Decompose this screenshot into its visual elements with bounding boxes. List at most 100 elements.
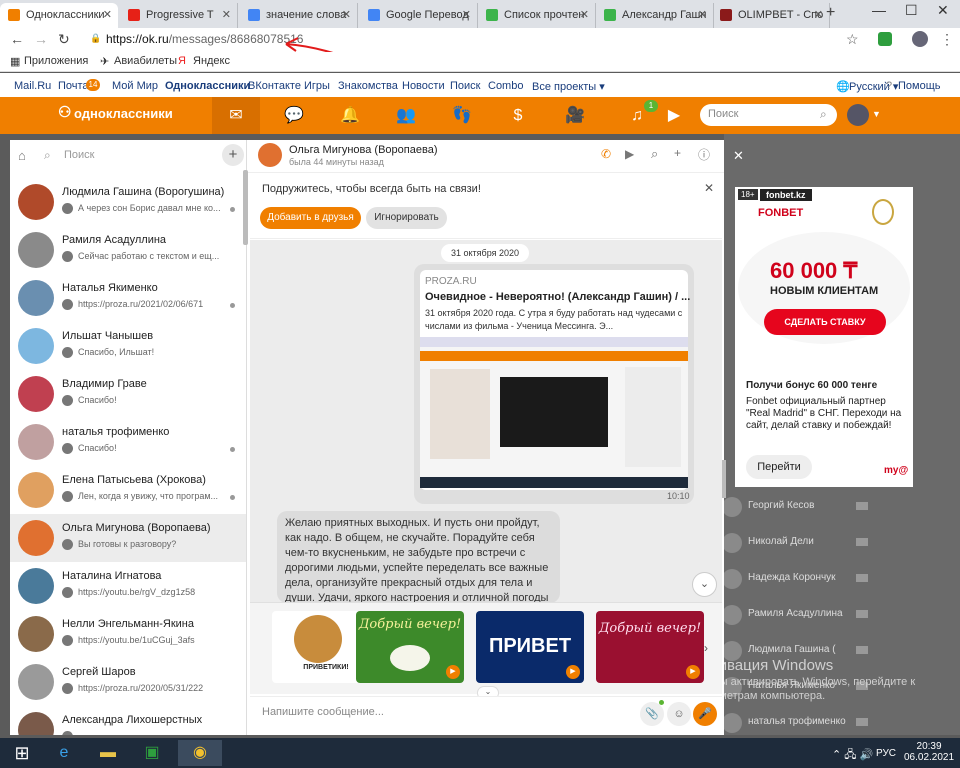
forward-icon[interactable]: → (34, 31, 48, 47)
new-chat-button[interactable]: + (222, 144, 244, 166)
minimize-button[interactable]: — (872, 2, 886, 18)
help-link[interactable]: Помощь (898, 80, 941, 92)
chat-list-item[interactable]: наталья трофименко Спасибо! (10, 418, 246, 466)
add-friend-button[interactable]: Добавить в друзья (260, 207, 361, 229)
chat-list-item[interactable]: Александра Лихошерстных (10, 706, 246, 735)
browser-tab[interactable]: Александр Гашн ✕ (596, 3, 714, 28)
ignore-button[interactable]: Игнорировать (366, 207, 447, 229)
envelope-icon[interactable] (856, 610, 868, 618)
chat-list-scrollbar[interactable] (243, 170, 248, 245)
chat-list-item[interactable]: Наталья Якименко https://proza.ru/2021/02… (10, 274, 246, 322)
discussions-icon[interactable]: 💬 (274, 104, 314, 128)
envelope-icon[interactable] (856, 574, 868, 582)
portal-link-ok[interactable]: Одноклассники (165, 80, 250, 92)
tab-close-icon[interactable]: ✕ (342, 3, 351, 27)
chat-list-item[interactable]: Ольга Мигунова (Воропаева) Вы готовы к ра… (10, 514, 246, 562)
video-icon[interactable]: 🎥 (555, 104, 595, 128)
bookmark-star-icon[interactable]: ☆ (846, 31, 859, 48)
bell-icon[interactable]: 🔔 (330, 104, 370, 128)
envelope-icon[interactable] (856, 718, 868, 726)
tab-close-icon[interactable]: ✕ (580, 3, 589, 27)
portal-link-vk[interactable]: ВКонтакте (248, 80, 301, 92)
tab-close-icon[interactable]: ✕ (698, 3, 707, 27)
info-icon[interactable]: ⓘ (698, 146, 710, 163)
link-preview-image[interactable] (420, 337, 688, 488)
video-call-icon[interactable]: ▶ (625, 147, 634, 161)
portal-link-games[interactable]: Игры (304, 80, 330, 92)
ok-logo-text[interactable]: одноклассники (74, 106, 173, 121)
chat-avatar[interactable] (258, 143, 282, 167)
browser-tab[interactable]: Одноклассники ✕ (0, 3, 118, 28)
ad-cta-button[interactable]: СДЕЛАТЬ СТАВКУ (764, 309, 886, 335)
windows-start-icon[interactable]: ⊞ (4, 740, 40, 766)
envelope-icon[interactable] (856, 646, 868, 654)
envelope-icon[interactable]: ✉ (216, 104, 256, 128)
messages-scrollbar[interactable] (722, 460, 726, 498)
search-in-chat-icon[interactable]: ⌕ (651, 146, 658, 162)
browser-tab[interactable]: значение слова ✕ (240, 3, 358, 28)
chat-search-input[interactable]: Поиск (64, 149, 94, 161)
extension-icon[interactable] (878, 32, 892, 46)
portal-link-combo[interactable]: Combo (488, 80, 523, 92)
portal-link-myworld[interactable]: Мой Мир (112, 80, 158, 92)
chat-list-item[interactable]: Рамиля Асадуллина Сейчас работаю с тексто… (10, 226, 246, 274)
chevron-right-icon[interactable]: › (704, 641, 708, 655)
friend-name[interactable]: Надежда Корончук (748, 572, 836, 583)
phone-icon[interactable]: ✆ (601, 147, 611, 161)
friend-name[interactable]: Георгий Кесов (748, 500, 814, 511)
chat-list-item[interactable]: Нелли Энгельманн-Якина https://youtu.be/1… (10, 610, 246, 658)
payments-icon[interactable]: $ (498, 104, 538, 128)
ie-icon[interactable]: e (46, 740, 82, 766)
bookmark-yandex[interactable]: Яндекс (193, 55, 230, 67)
add-participant-icon[interactable]: + (674, 146, 681, 160)
close-icon[interactable]: ✕ (704, 181, 714, 195)
portal-link-search[interactable]: Поиск (450, 80, 480, 92)
portal-link-all-projects[interactable]: Все проекты ▾ (532, 80, 605, 93)
sticker-good-evening-lily[interactable]: Добрый вечер! ▶ (356, 611, 464, 683)
guests-icon[interactable]: 👣 (442, 104, 482, 128)
chat-list-item[interactable]: Людмила Гашина (Ворогушина) А через сон Б… (10, 178, 246, 226)
link-title[interactable]: Очевидное - Невероятно! (Александр Гашин… (425, 291, 690, 303)
microphone-icon[interactable]: 🎤 (693, 702, 717, 726)
ad-go-button[interactable]: Перейти (746, 455, 812, 479)
apps-icon[interactable]: ▦ (10, 55, 20, 68)
chat-list-item[interactable]: Наталина Игнатова https://youtu.be/rgV_dz… (10, 562, 246, 610)
message-input[interactable]: Напишите сообщение... (262, 706, 632, 718)
browser-menu-icon[interactable]: ⋮ (940, 31, 954, 48)
envelope-icon[interactable] (856, 502, 868, 510)
home-icon[interactable]: ⌂ (18, 148, 26, 163)
chat-list-item[interactable]: Елена Патысьева (Хрокова) Лен, когда я ув… (10, 466, 246, 514)
search-icon[interactable]: ⌕ (820, 107, 827, 122)
friend-name[interactable]: Николай Дели (748, 536, 814, 547)
browser-tab[interactable]: OLIMPBET - Спо ✕ (712, 3, 830, 28)
sticker-privet[interactable]: ПРИВЕТ ▶ (476, 611, 584, 683)
portal-link-dating[interactable]: Знакомства (338, 80, 398, 92)
tab-close-icon[interactable]: ✕ (103, 3, 112, 27)
friend-name[interactable]: Рамиля Асадуллина (748, 608, 843, 619)
friend-name[interactable]: Людмила Гашина ( (748, 644, 836, 655)
window-close-button[interactable]: ✕ (937, 2, 949, 19)
sticker-good-evening-roses[interactable]: Добрый вечер! ▶ (596, 611, 704, 683)
portal-link-news[interactable]: Новости (402, 80, 445, 92)
chat-list-item[interactable]: Ильшат Чанышев Спасибо, Ильшат! (10, 322, 246, 370)
tray-icons[interactable]: ⌃ 🖧 🔊 (832, 746, 873, 765)
reload-icon[interactable]: ↻ (58, 31, 70, 48)
envelope-icon[interactable] (856, 538, 868, 546)
bookmark-flights[interactable]: Авиабилеты (114, 55, 177, 67)
portal-link-mail[interactable]: Почта (58, 80, 89, 92)
browser-tab[interactable]: Google Перевод ✕ (360, 3, 478, 28)
profile-avatar[interactable] (912, 31, 928, 47)
tab-close-icon[interactable]: ✕ (814, 3, 823, 27)
bookmark-apps[interactable]: Приложения (24, 55, 88, 67)
maximize-button[interactable]: ☐ (905, 2, 918, 19)
chrome-icon[interactable]: ◉ (178, 740, 222, 766)
chat-contact-name[interactable]: Ольга Мигунова (Воропаева) (289, 144, 437, 156)
back-icon[interactable]: ← (10, 31, 24, 47)
tab-close-icon[interactable]: ✕ (222, 3, 231, 27)
new-tab-button[interactable]: + (826, 4, 835, 22)
browser-tab[interactable]: Список прочтен ✕ (478, 3, 596, 28)
chevron-down-icon[interactable]: ▼ (872, 109, 881, 119)
friend-name[interactable]: наталья трофименко (748, 716, 846, 727)
scroll-down-button[interactable]: ⌄ (692, 572, 717, 597)
chat-list-item[interactable]: Сергей Шаров https://proza.ru/2020/05/31/… (10, 658, 246, 706)
